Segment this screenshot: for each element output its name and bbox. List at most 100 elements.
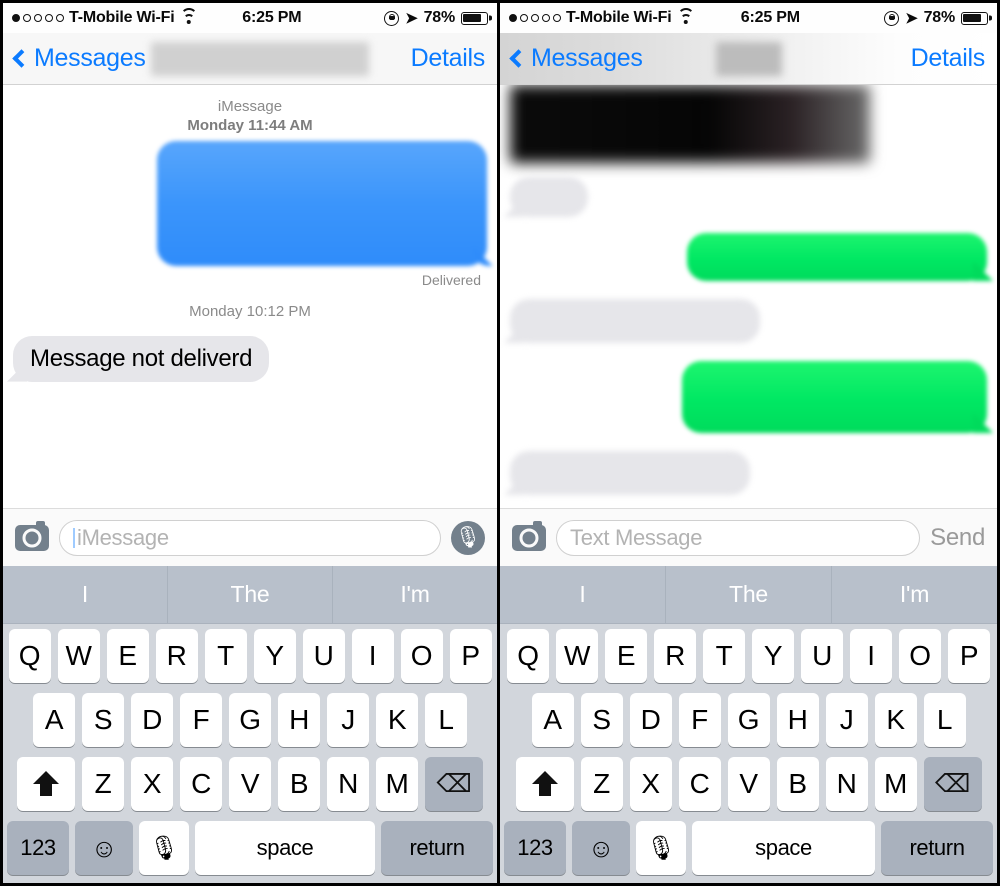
key-k[interactable]: K xyxy=(874,693,917,747)
key-b[interactable]: B xyxy=(278,757,320,811)
key-c[interactable]: C xyxy=(678,757,721,811)
key-t[interactable]: T xyxy=(703,629,745,683)
key-z[interactable]: Z xyxy=(82,757,124,811)
back-to-messages-button[interactable]: Messages xyxy=(12,44,146,73)
message-list[interactable] xyxy=(500,85,997,508)
shift-key[interactable] xyxy=(17,757,75,811)
return-key[interactable]: return xyxy=(381,821,493,875)
key-y[interactable]: Y xyxy=(253,629,296,683)
space-key[interactable]: space xyxy=(195,821,375,875)
key-z[interactable]: Z xyxy=(580,757,623,811)
key-p[interactable]: P xyxy=(449,629,492,683)
received-message-bubble-redacted[interactable] xyxy=(510,177,588,217)
backspace-key[interactable]: ⌫ xyxy=(923,757,982,811)
key-v[interactable]: V xyxy=(229,757,271,811)
received-message-bubble-redacted[interactable] xyxy=(510,451,750,495)
sms-bubble-redacted[interactable] xyxy=(687,233,987,281)
microphone-icon[interactable]: 🎙 xyxy=(451,520,485,555)
camera-icon[interactable] xyxy=(15,520,49,551)
key-r[interactable]: R xyxy=(654,629,696,683)
message-input-bar: Text Message Send xyxy=(500,508,997,566)
key-c[interactable]: C xyxy=(180,757,222,811)
key-d[interactable]: D xyxy=(629,693,672,747)
backspace-key[interactable]: ⌫ xyxy=(425,757,483,811)
key-o[interactable]: O xyxy=(400,629,443,683)
key-f[interactable]: F xyxy=(180,693,222,747)
emoji-smiley-icon[interactable]: ☺ xyxy=(75,821,133,875)
key-o[interactable]: O xyxy=(899,629,941,683)
key-e[interactable]: E xyxy=(106,629,149,683)
key-b[interactable]: B xyxy=(776,757,819,811)
back-button-label: Messages xyxy=(34,44,146,72)
key-x[interactable]: X xyxy=(131,757,173,811)
key-k[interactable]: K xyxy=(376,693,418,747)
key-s[interactable]: S xyxy=(580,693,623,747)
key-t[interactable]: T xyxy=(204,629,247,683)
message-input-field[interactable]: iMessage xyxy=(59,519,441,556)
camera-icon[interactable] xyxy=(512,520,546,551)
key-h[interactable]: H xyxy=(776,693,819,747)
received-message-bubble-redacted[interactable] xyxy=(510,299,760,343)
space-key[interactable]: space xyxy=(692,821,875,875)
key-y[interactable]: Y xyxy=(752,629,794,683)
prediction-item[interactable]: I'm xyxy=(333,566,497,623)
key-m[interactable]: M xyxy=(874,757,917,811)
message-list[interactable]: iMessage Monday 11:44 AM Delivered Monda… xyxy=(3,85,497,508)
location-arrow-icon: ➤ xyxy=(905,9,918,27)
emoji-smiley-icon[interactable]: ☺ xyxy=(572,821,630,875)
key-h[interactable]: H xyxy=(278,693,320,747)
prediction-item[interactable]: I xyxy=(3,566,168,623)
return-key[interactable]: return xyxy=(881,821,993,875)
message-input-field[interactable]: Text Message xyxy=(556,519,921,556)
key-x[interactable]: X xyxy=(629,757,672,811)
key-g[interactable]: G xyxy=(229,693,271,747)
received-message-bubble[interactable]: Message not deliverd xyxy=(13,335,270,382)
key-w[interactable]: W xyxy=(556,629,598,683)
key-a[interactable]: A xyxy=(531,693,574,747)
key-s[interactable]: S xyxy=(82,693,124,747)
details-button[interactable]: Details xyxy=(411,44,486,73)
prediction-item[interactable]: The xyxy=(168,566,333,623)
key-q[interactable]: Q xyxy=(507,629,549,683)
key-j[interactable]: J xyxy=(825,693,868,747)
delivered-status-label: Delivered xyxy=(421,272,481,289)
key-p[interactable]: P xyxy=(948,629,990,683)
key-l[interactable]: L xyxy=(923,693,966,747)
key-l[interactable]: L xyxy=(425,693,467,747)
redacted-content-bar[interactable] xyxy=(510,85,870,163)
status-bar-right: ➤ 78% xyxy=(884,9,988,27)
key-w[interactable]: W xyxy=(57,629,100,683)
key-i[interactable]: I xyxy=(850,629,892,683)
key-u[interactable]: U xyxy=(801,629,843,683)
key-n[interactable]: N xyxy=(327,757,369,811)
key-e[interactable]: E xyxy=(605,629,647,683)
key-m[interactable]: M xyxy=(376,757,418,811)
numbers-key[interactable]: 123 xyxy=(504,821,566,875)
send-button[interactable]: Send xyxy=(930,524,985,552)
key-j[interactable]: J xyxy=(327,693,369,747)
key-v[interactable]: V xyxy=(727,757,770,811)
signal-dot xyxy=(531,14,539,22)
key-g[interactable]: G xyxy=(727,693,770,747)
prediction-item[interactable]: I'm xyxy=(832,566,997,623)
prediction-item[interactable]: The xyxy=(666,566,832,623)
key-r[interactable]: R xyxy=(155,629,198,683)
key-d[interactable]: D xyxy=(131,693,173,747)
shift-key[interactable] xyxy=(515,757,574,811)
sms-bubble-redacted[interactable] xyxy=(682,361,987,433)
key-a[interactable]: A xyxy=(33,693,75,747)
details-button[interactable]: Details xyxy=(911,44,986,73)
key-f[interactable]: F xyxy=(678,693,721,747)
back-to-messages-button[interactable]: Messages xyxy=(509,44,643,73)
numbers-key[interactable]: 123 xyxy=(7,821,69,875)
key-i[interactable]: I xyxy=(351,629,394,683)
signal-dot xyxy=(553,14,561,22)
key-q[interactable]: Q xyxy=(8,629,51,683)
second-timestamp: Monday 10:12 PM xyxy=(189,303,311,321)
key-n[interactable]: N xyxy=(825,757,868,811)
dictation-microphone-icon[interactable]: 🎙 xyxy=(139,821,189,875)
imessage-bubble-redacted[interactable] xyxy=(157,141,487,267)
dictation-microphone-icon[interactable]: 🎙 xyxy=(636,821,686,875)
prediction-item[interactable]: I xyxy=(500,566,666,623)
key-u[interactable]: U xyxy=(302,629,345,683)
